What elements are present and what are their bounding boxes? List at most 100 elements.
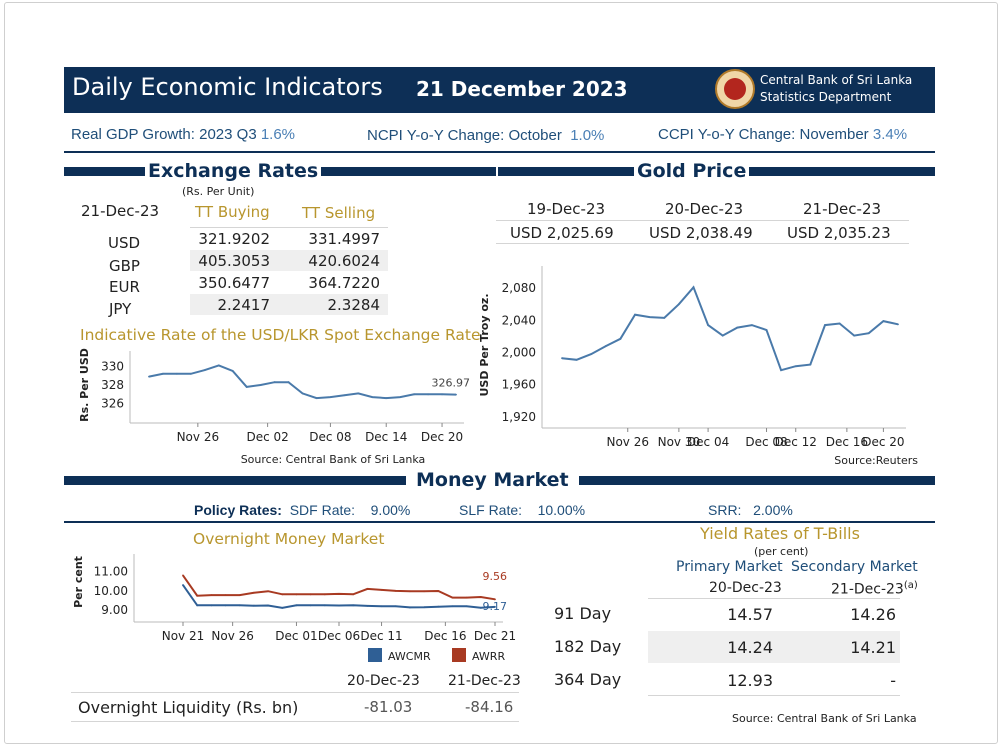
tbill-364-primary: 12.93 — [727, 671, 773, 690]
tenor-91: 91 Day — [554, 604, 612, 623]
usd-buy: 321.9202 — [198, 230, 270, 248]
jpy-buy: 2.2417 — [217, 296, 271, 314]
awcmr-last-label: 9.17 — [483, 600, 508, 613]
data-point — [338, 593, 340, 595]
currency-eur: EUR — [109, 278, 140, 296]
secondary-date: 21-Dec-23(a) — [831, 580, 918, 598]
data-point — [479, 596, 482, 598]
data-point — [203, 369, 206, 371]
tt-selling-header: TT Selling — [302, 204, 376, 222]
gold-date-2: 20-Dec-23 — [665, 200, 744, 218]
x-tick-label: Dec 14 — [365, 430, 407, 444]
data-point — [575, 358, 578, 361]
y-axis-label: Per cent — [72, 556, 85, 608]
gold-date-1: 19-Dec-23 — [527, 200, 606, 218]
data-point — [287, 381, 290, 384]
liquidity-date-1: 20-Dec-23 — [347, 673, 420, 689]
data-point — [824, 324, 826, 327]
header-banner: Daily Economic Indicators 21 December 20… — [64, 67, 935, 113]
y-tick-label: 10.00 — [94, 584, 128, 598]
data-point — [259, 384, 262, 386]
data-point — [794, 365, 797, 368]
awrr-last-label: 9.56 — [483, 570, 508, 583]
divider — [64, 521, 935, 523]
data-point — [780, 369, 783, 372]
x-tick-label: Nov 21 — [162, 629, 205, 643]
data-point — [238, 594, 241, 596]
data-point — [343, 394, 346, 397]
slf-rate: SLF Rate: 10.00% — [459, 502, 585, 518]
tbill-91-primary: 14.57 — [727, 605, 773, 624]
data-point — [465, 605, 468, 608]
table-rule — [71, 692, 519, 693]
data-point — [455, 393, 457, 396]
data-point — [677, 303, 680, 306]
currency-jpy: JPY — [109, 300, 132, 318]
data-point — [253, 591, 255, 594]
divider — [64, 151, 935, 153]
data-point — [196, 594, 199, 597]
tbill-unit: (per cent) — [754, 545, 809, 558]
data-point — [210, 604, 213, 607]
data-point — [267, 604, 269, 607]
data-point — [409, 606, 411, 609]
data-point — [338, 604, 340, 607]
data-point — [809, 363, 812, 366]
overnight-chart-title: Overnight Money Market — [193, 530, 385, 548]
tbill-182-secondary: 14.21 — [850, 638, 896, 657]
data-point — [479, 606, 482, 609]
ccpi-label: CCPI Y-o-Y Change: — [658, 126, 796, 143]
data-point — [465, 596, 468, 599]
tbill-title: Yield Rates of T-Bills — [700, 524, 860, 543]
srr-value: 2.00% — [753, 502, 793, 518]
legend-swatch-awcmr — [368, 648, 382, 662]
data-point — [217, 364, 220, 367]
y-tick-label: 2,080 — [502, 281, 536, 295]
data-point — [189, 372, 192, 375]
tbill-364-secondary: - — [890, 671, 896, 690]
series-line-main — [561, 285, 899, 372]
gdp-period: 2023 Q3 — [199, 126, 257, 143]
sdf-label: SDF Rate: — [289, 502, 356, 518]
x-tick-label: Nov 26 — [177, 430, 220, 444]
ncpi-indicator: NCPI Y-o-Y Change: October 1.0% — [367, 127, 604, 144]
data-point — [707, 324, 709, 327]
data-point — [451, 596, 454, 599]
table-rule — [648, 695, 900, 696]
secondary-date-text: 21-Dec-23 — [831, 581, 904, 598]
slf-value: 10.00% — [537, 502, 586, 518]
x-tick-label: Dec 11 — [360, 629, 402, 643]
data-point — [281, 606, 284, 609]
data-point — [394, 605, 397, 608]
data-point — [604, 345, 607, 347]
gbp-buy: 405.3053 — [198, 252, 270, 270]
chart-source: Source:Reuters — [834, 454, 918, 467]
liquidity-label: Overnight Liquidity (Rs. bn) — [78, 698, 299, 717]
data-point — [273, 381, 276, 384]
y-tick-label: 2,000 — [502, 346, 536, 360]
sdf-value: 9.00% — [370, 502, 411, 518]
data-point — [380, 588, 383, 591]
tbill-source: Source: Central Bank of Sri Lanka — [732, 712, 917, 725]
data-point — [441, 393, 443, 396]
page-title: Daily Economic Indicators — [72, 73, 383, 101]
x-tick-label: Dec 06 — [318, 629, 360, 643]
data-point — [210, 594, 213, 596]
table-rule — [190, 227, 388, 228]
gbp-sell: 420.6024 — [308, 252, 380, 270]
chart-source: Source: Central Bank of Sri Lanka — [241, 453, 426, 466]
money-market-title: Money Market — [406, 469, 579, 491]
exchange-unit: (Rs. Per Unit) — [182, 185, 255, 198]
gdp-value: 1.6% — [260, 126, 296, 143]
data-point — [224, 604, 227, 607]
x-tick-label: Dec 04 — [687, 435, 729, 449]
y-axis-label: USD Per Troy oz. — [478, 293, 491, 396]
org-line-1: Central Bank of Sri Lanka — [760, 73, 913, 87]
legend-label-awrr: AWRR — [472, 650, 505, 663]
data-point — [380, 605, 383, 608]
last-value-label: 326.97 — [432, 377, 471, 390]
data-point — [224, 594, 227, 596]
data-point — [663, 317, 666, 319]
exchange-rates-title: Exchange Rates — [145, 160, 322, 182]
y-tick-label: 2,040 — [502, 313, 536, 327]
